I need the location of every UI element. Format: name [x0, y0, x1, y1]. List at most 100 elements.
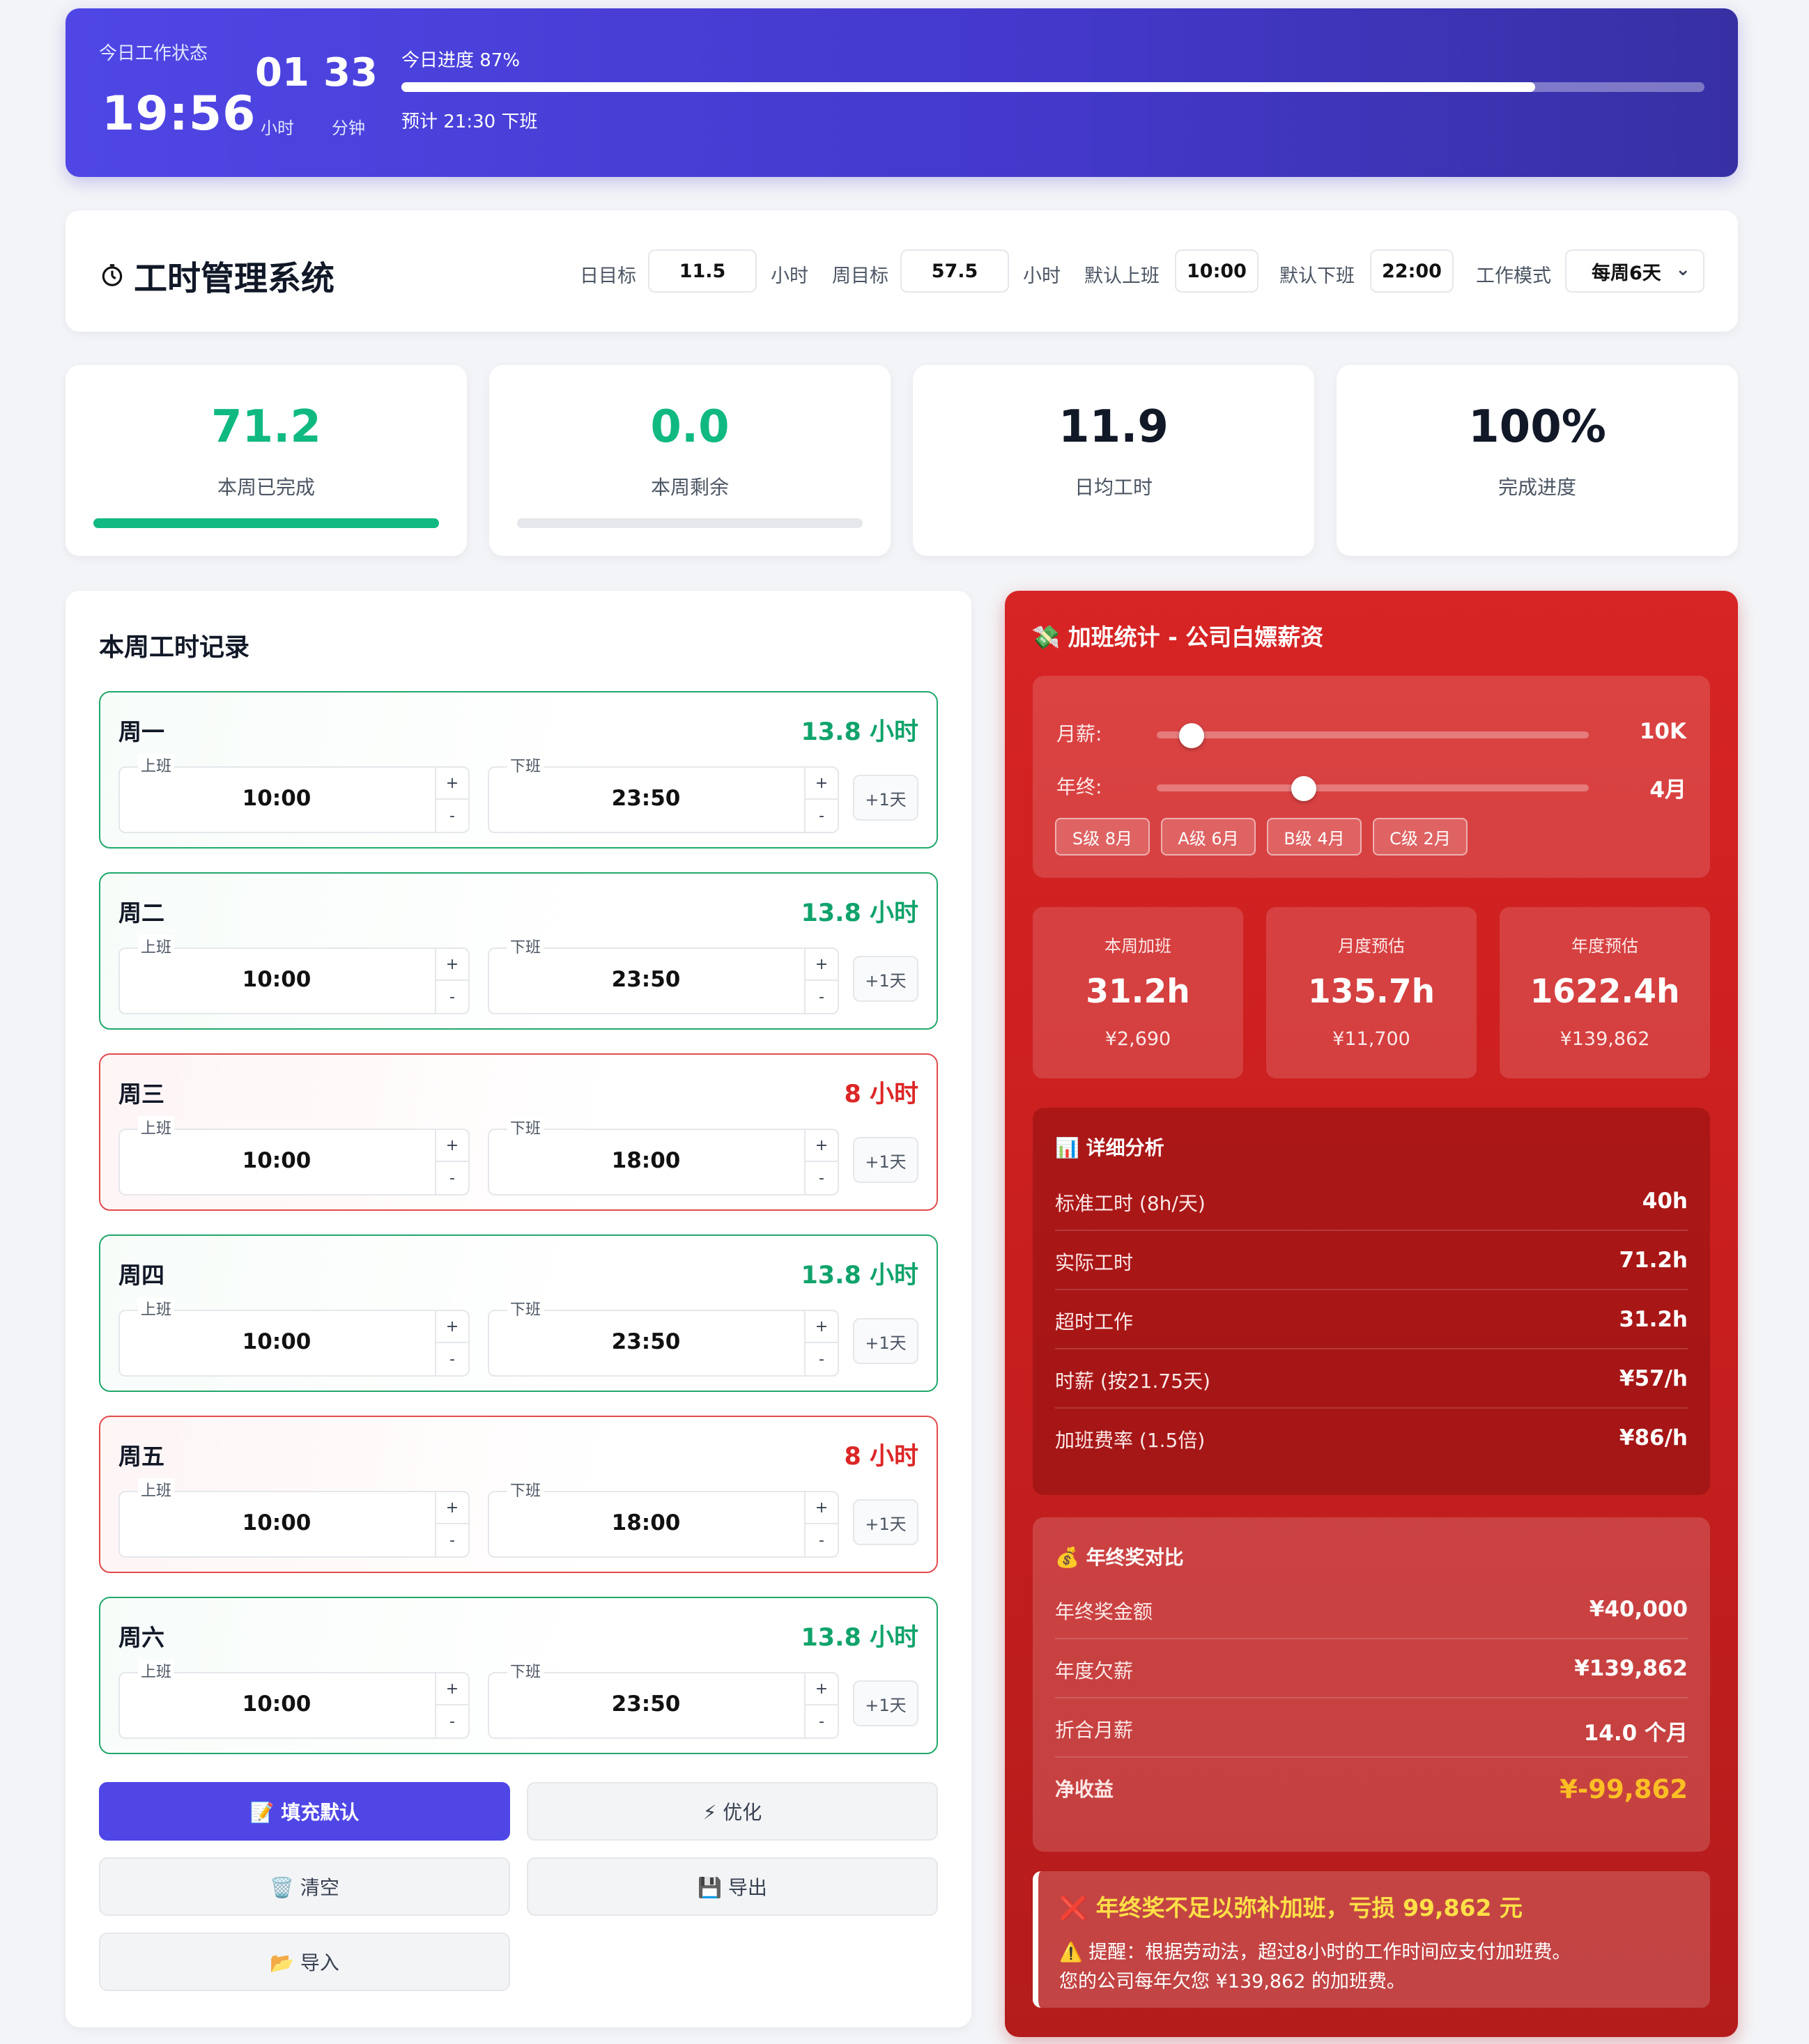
- end-decrement-button[interactable]: -: [806, 981, 838, 1013]
- default-end-input[interactable]: 22:00: [1370, 249, 1454, 293]
- start-decrement-button[interactable]: -: [436, 1705, 468, 1737]
- stat-row: 折合月薪 14.0 个月: [1055, 1698, 1688, 1758]
- start-time-field[interactable]: 上班 10:00 + -: [118, 754, 470, 833]
- end-time-value[interactable]: 23:50: [489, 967, 803, 992]
- end-increment-button[interactable]: +: [806, 1492, 838, 1524]
- end-increment-button[interactable]: +: [806, 768, 838, 800]
- start-time-field[interactable]: 上班 10:00 + -: [118, 1478, 470, 1558]
- plus-one-day-button[interactable]: +1天: [853, 1499, 918, 1545]
- end-label: 下班: [507, 1297, 544, 1319]
- end-increment-button[interactable]: +: [806, 1673, 838, 1705]
- start-time-value[interactable]: 10:00: [120, 1329, 433, 1354]
- day-row: 周六 13.8 小时 上班 10:00 + - 下班 23:50 + - +1天: [99, 1597, 938, 1754]
- start-decrement-button[interactable]: -: [436, 1162, 468, 1194]
- start-time-value[interactable]: 10:00: [120, 1148, 433, 1173]
- plus-one-day-button[interactable]: +1天: [853, 1137, 918, 1183]
- end-time-value[interactable]: 23:50: [489, 1329, 803, 1354]
- day-name: 周二: [118, 899, 164, 927]
- end-increment-button[interactable]: +: [806, 949, 838, 981]
- end-decrement-button[interactable]: -: [806, 1162, 838, 1194]
- start-time-value[interactable]: 10:00: [120, 1510, 433, 1535]
- end-time-field[interactable]: 下班 18:00 + -: [488, 1478, 839, 1558]
- plus-one-day-button[interactable]: +1天: [853, 775, 918, 821]
- chip-b-level[interactable]: B级 4月: [1267, 818, 1362, 855]
- fill-default-button[interactable]: 📝 填充默认: [99, 1782, 510, 1841]
- export-button[interactable]: 💾 导出: [527, 1857, 938, 1916]
- end-stepper: + -: [804, 949, 838, 1013]
- end-increment-button[interactable]: +: [806, 1311, 838, 1343]
- analysis-panel: 📊 详细分析 标准工时 (8h/天) 40h 实际工时 71.2h 超时工作 31.2h 时…: [1033, 1108, 1710, 1495]
- end-time-value[interactable]: 23:50: [489, 786, 803, 811]
- end-time-field[interactable]: 下班 23:50 + -: [488, 1659, 839, 1739]
- start-stepper: + -: [435, 1130, 468, 1194]
- card-money: ¥2,690: [1104, 1028, 1171, 1050]
- warning-line-1: ⚠️ 提醒：根据劳动法，超过8小时的工作时间应支付加班费。: [1059, 1942, 1571, 1963]
- day-name: 周五: [118, 1443, 164, 1470]
- end-increment-button[interactable]: +: [806, 1130, 838, 1162]
- start-increment-button[interactable]: +: [436, 1130, 468, 1162]
- stat-card: 100% 完成进度: [1337, 365, 1738, 556]
- default-end-label: 默认下班: [1279, 265, 1355, 287]
- salary-slider[interactable]: [1157, 723, 1589, 748]
- start-decrement-button[interactable]: -: [436, 981, 468, 1013]
- end-time-value[interactable]: 18:00: [489, 1510, 803, 1535]
- bonus-slider[interactable]: [1157, 776, 1589, 801]
- salary-slider-row: 月薪: 10K: [1056, 719, 1686, 748]
- end-time-field[interactable]: 下班 18:00 + -: [488, 1116, 839, 1195]
- end-time-value[interactable]: 23:50: [489, 1691, 803, 1717]
- row-value: ¥-99,862: [1560, 1774, 1688, 1804]
- day-hours: 13.8 小时: [801, 1262, 918, 1290]
- end-decrement-button[interactable]: -: [806, 1343, 838, 1375]
- start-decrement-button[interactable]: -: [436, 1343, 468, 1375]
- stat-row: 超时工作 31.2h: [1055, 1290, 1688, 1349]
- start-time-field[interactable]: 上班 10:00 + -: [118, 1297, 470, 1377]
- start-time-field[interactable]: 上班 10:00 + -: [118, 1659, 470, 1739]
- card-money: ¥11,700: [1332, 1028, 1410, 1050]
- start-decrement-button[interactable]: -: [436, 800, 468, 832]
- start-increment-button[interactable]: +: [436, 949, 468, 981]
- end-time-field[interactable]: 下班 23:50 + -: [488, 935, 839, 1014]
- end-decrement-button[interactable]: -: [806, 1705, 838, 1737]
- work-mode-select[interactable]: 每周6天 ⌄: [1565, 249, 1704, 293]
- chip-c-level[interactable]: C级 2月: [1373, 818, 1468, 855]
- start-time-field[interactable]: 上班 10:00 + -: [118, 935, 470, 1014]
- plus-one-day-button[interactable]: +1天: [853, 1318, 918, 1364]
- clear-button[interactable]: 🗑️ 清空: [99, 1857, 510, 1916]
- current-time: 19:56: [102, 86, 256, 141]
- salary-slider-handle[interactable]: [1178, 723, 1204, 748]
- plus-one-day-button[interactable]: +1天: [853, 956, 918, 1002]
- end-time-field[interactable]: 下班 23:50 + -: [488, 754, 839, 833]
- start-increment-button[interactable]: +: [436, 1673, 468, 1705]
- stat-row: 时薪 (按21.75天) ¥57/h: [1055, 1349, 1688, 1409]
- stat-card: 0.0 本周剩余: [489, 365, 891, 556]
- start-increment-button[interactable]: +: [436, 1311, 468, 1343]
- row-value: ¥86/h: [1619, 1425, 1688, 1450]
- daily-target-input[interactable]: 11.5: [648, 249, 757, 293]
- weekly-overtime-card: 本周加班 31.2h ¥2,690: [1033, 907, 1243, 1078]
- import-button[interactable]: 📂 导入: [99, 1933, 510, 1991]
- end-decrement-button[interactable]: -: [806, 1524, 838, 1556]
- end-time-value[interactable]: 18:00: [489, 1148, 803, 1173]
- end-decrement-button[interactable]: -: [806, 800, 838, 832]
- chip-s-level[interactable]: S级 8月: [1055, 818, 1150, 855]
- start-increment-button[interactable]: +: [436, 1492, 468, 1524]
- start-increment-button[interactable]: +: [436, 768, 468, 800]
- card-hours: 135.7h: [1307, 973, 1435, 1011]
- plus-one-day-button[interactable]: +1天: [853, 1680, 918, 1726]
- card-label: 月度预估: [1338, 936, 1405, 956]
- start-time-value[interactable]: 10:00: [120, 786, 433, 811]
- card-label: 年度预估: [1571, 936, 1638, 956]
- end-stepper: + -: [804, 1311, 838, 1375]
- optimize-button[interactable]: ⚡ 优化: [527, 1782, 938, 1841]
- start-time-field[interactable]: 上班 10:00 + -: [118, 1116, 470, 1195]
- stat-value: 100%: [1468, 401, 1606, 453]
- default-start-input[interactable]: 10:00: [1175, 249, 1258, 293]
- bonus-slider-handle[interactable]: [1291, 776, 1316, 801]
- start-time-value[interactable]: 10:00: [120, 967, 433, 992]
- start-decrement-button[interactable]: -: [436, 1524, 468, 1556]
- start-time-value[interactable]: 10:00: [120, 1691, 433, 1717]
- start-label: 上班: [138, 1297, 175, 1319]
- weekly-target-input[interactable]: 57.5: [900, 249, 1009, 293]
- end-time-field[interactable]: 下班 23:50 + -: [488, 1297, 839, 1377]
- chip-a-level[interactable]: A级 6月: [1161, 818, 1256, 855]
